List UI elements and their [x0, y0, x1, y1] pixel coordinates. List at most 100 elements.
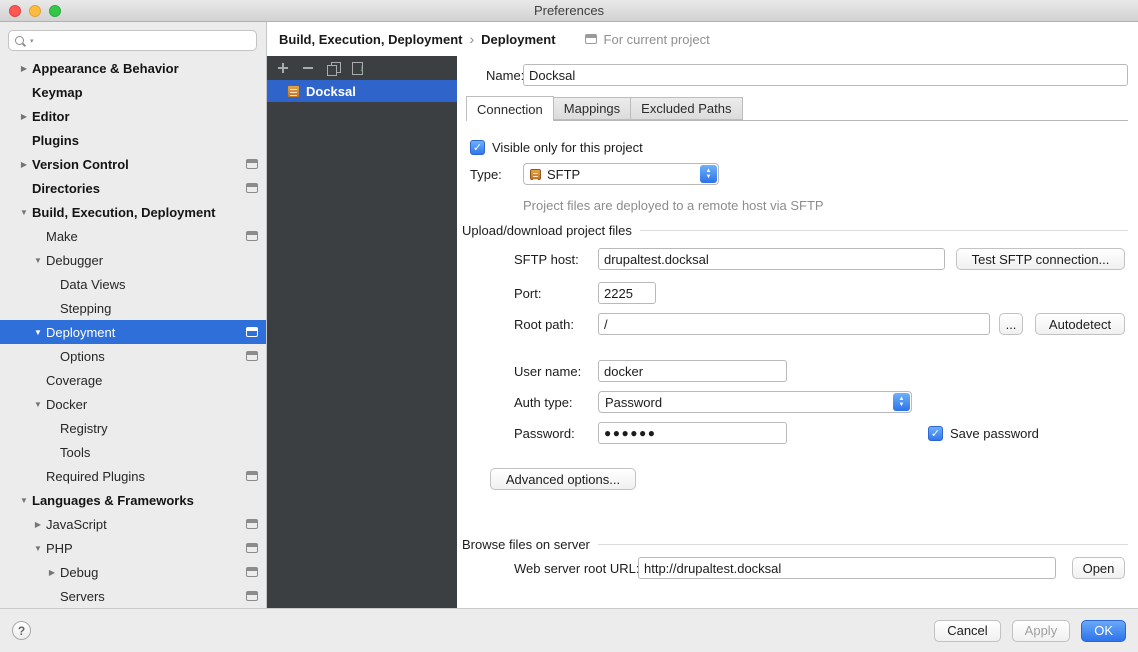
password-input[interactable] [598, 422, 787, 444]
current-project-icon [246, 519, 258, 529]
search-input[interactable] [37, 31, 250, 50]
ok-button[interactable]: OK [1081, 620, 1126, 642]
sidebar-item-stepping[interactable]: Stepping [0, 296, 266, 320]
sidebar-item-build-execution-deployment[interactable]: ▼Build, Execution, Deployment [0, 200, 266, 224]
window-controls [9, 5, 61, 17]
current-project-icon [246, 183, 258, 193]
sidebar-item-keymap[interactable]: Keymap [0, 80, 266, 104]
current-project-icon [246, 471, 258, 481]
breadcrumb-current: Deployment [481, 32, 555, 47]
advanced-options-button[interactable]: Advanced options... [490, 468, 636, 490]
current-project-icon [246, 231, 258, 241]
browse-root-button[interactable]: ... [999, 313, 1023, 335]
sidebar-item-plugins[interactable]: Plugins [0, 128, 266, 152]
sidebar-item-languages-frameworks[interactable]: ▼Languages & Frameworks [0, 488, 266, 512]
sidebar-item-coverage[interactable]: Coverage [0, 368, 266, 392]
chevron-down-icon[interactable]: ▼ [16, 208, 32, 217]
chevron-down-icon[interactable]: ▼ [16, 496, 32, 505]
duplicate-server-button[interactable] [347, 59, 369, 77]
sidebar-item-options[interactable]: Options [0, 344, 266, 368]
chevron-right-icon[interactable]: ▶ [16, 160, 32, 169]
sidebar-item-required-plugins[interactable]: Required Plugins [0, 464, 266, 488]
auth-type-label: Auth type: [514, 391, 573, 413]
tab-excluded-paths[interactable]: Excluded Paths [630, 97, 742, 120]
port-input[interactable] [598, 282, 656, 304]
chevron-right-icon[interactable]: ▶ [30, 520, 46, 529]
copy-server-button[interactable] [322, 59, 344, 77]
visible-project-checkbox[interactable] [470, 140, 485, 155]
user-name-input[interactable] [598, 360, 787, 382]
sidebar-item-deployment[interactable]: ▼Deployment [0, 320, 266, 344]
root-path-label: Root path: [514, 313, 574, 335]
browse-section-title: Browse files on server [462, 537, 590, 552]
zoom-window-button[interactable] [49, 5, 61, 17]
type-hint-row: Project files are deployed to a remote h… [457, 194, 1138, 216]
auth-type-value: Password [605, 395, 662, 410]
sftp-server-icon [287, 85, 300, 98]
breadcrumb-separator: › [469, 31, 474, 47]
chevron-right-icon[interactable]: ▶ [44, 568, 60, 577]
tab-mappings[interactable]: Mappings [553, 97, 631, 120]
chevron-down-icon[interactable]: ▼ [30, 328, 46, 337]
autodetect-button[interactable]: Autodetect [1035, 313, 1125, 335]
titlebar: Preferences [0, 0, 1138, 22]
breadcrumb: Build, Execution, Deployment › Deploymen… [267, 22, 1138, 56]
sftp-host-input[interactable] [598, 248, 945, 270]
breadcrumb-parent[interactable]: Build, Execution, Deployment [279, 32, 462, 47]
sidebar-item-php[interactable]: ▼PHP [0, 536, 266, 560]
current-project-icon [246, 159, 258, 169]
sidebar-item-tools[interactable]: Tools [0, 440, 266, 464]
advanced-row: Advanced options... [457, 468, 1138, 490]
sidebar-item-registry[interactable]: Registry [0, 416, 266, 440]
sidebar-item-make[interactable]: Make [0, 224, 266, 248]
save-password-label: Save password [950, 426, 1039, 441]
sidebar-item-appearance-behavior[interactable]: ▶Appearance & Behavior [0, 56, 266, 80]
server-item-label: Docksal [306, 84, 356, 99]
current-project-icon [246, 351, 258, 361]
chevron-down-icon[interactable]: ▼ [30, 544, 46, 553]
port-row: Port: [457, 282, 1138, 304]
minimize-window-button[interactable] [29, 5, 41, 17]
sidebar-item-javascript[interactable]: ▶JavaScript [0, 512, 266, 536]
footer-buttons: Cancel Apply OK [934, 620, 1126, 642]
current-project-icon [246, 567, 258, 577]
sidebar-item-data-views[interactable]: Data Views [0, 272, 266, 296]
root-path-input[interactable] [598, 313, 990, 335]
cancel-button[interactable]: Cancel [934, 620, 1000, 642]
sidebar-item-servers[interactable]: Servers [0, 584, 266, 608]
sidebar-item-editor[interactable]: ▶Editor [0, 104, 266, 128]
sidebar-item-label: Languages & Frameworks [32, 493, 194, 508]
open-button[interactable]: Open [1072, 557, 1125, 579]
remove-server-button[interactable] [297, 59, 319, 77]
type-select[interactable]: SFTP [523, 163, 719, 185]
chevron-down-icon[interactable]: ▼ [30, 256, 46, 265]
auth-type-select[interactable]: Password [598, 391, 912, 413]
server-list-panel: Docksal [267, 56, 457, 608]
server-item-docksal[interactable]: Docksal [267, 80, 457, 102]
search-options-chevron-icon[interactable]: ▾ [30, 37, 34, 45]
tab-connection[interactable]: Connection [466, 96, 554, 121]
settings-search[interactable]: ▾ [8, 30, 257, 51]
sidebar-item-version-control[interactable]: ▶Version Control [0, 152, 266, 176]
chevron-right-icon[interactable]: ▶ [16, 64, 32, 73]
chevron-down-icon[interactable]: ▼ [30, 400, 46, 409]
apply-button[interactable]: Apply [1012, 620, 1071, 642]
sftp-type-icon [530, 169, 541, 180]
web-root-input[interactable] [638, 557, 1056, 579]
chevron-right-icon[interactable]: ▶ [16, 112, 32, 121]
user-name-row: User name: [457, 360, 1138, 382]
close-window-button[interactable] [9, 5, 21, 17]
help-button[interactable]: ? [12, 621, 31, 640]
name-row: Name: [457, 64, 1138, 86]
visible-project-label: Visible only for this project [492, 140, 643, 155]
save-password-checkbox[interactable] [928, 426, 943, 441]
context-label: For current project [604, 32, 710, 47]
test-connection-button[interactable]: Test SFTP connection... [956, 248, 1125, 270]
name-input[interactable] [523, 64, 1128, 86]
sidebar-item-docker[interactable]: ▼Docker [0, 392, 266, 416]
sftp-host-row: SFTP host: Test SFTP connection... [457, 248, 1138, 270]
add-server-button[interactable] [272, 59, 294, 77]
sidebar-item-debug[interactable]: ▶Debug [0, 560, 266, 584]
sidebar-item-debugger[interactable]: ▼Debugger [0, 248, 266, 272]
sidebar-item-directories[interactable]: Directories [0, 176, 266, 200]
